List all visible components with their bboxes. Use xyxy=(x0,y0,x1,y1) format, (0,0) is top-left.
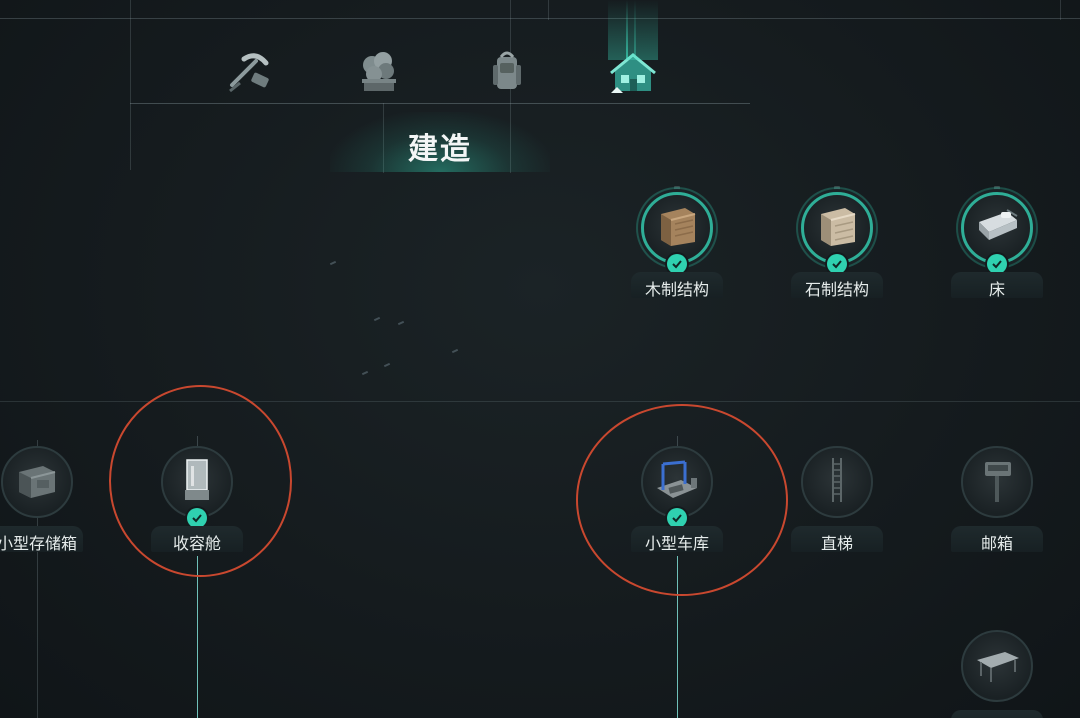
backpack-icon xyxy=(479,45,535,105)
tab-title: 建造 xyxy=(408,132,472,167)
highlight-circle xyxy=(109,385,292,577)
dust-particle xyxy=(397,320,405,326)
frame-vertical-line xyxy=(1060,0,1061,20)
unlocked-check-icon xyxy=(987,254,1007,274)
house-icon xyxy=(605,45,661,105)
category-tab-tools[interactable] xyxy=(215,40,285,110)
top-border-line xyxy=(0,18,1080,19)
node-label-plate xyxy=(951,710,1043,718)
node-label: 石制结构 xyxy=(804,280,869,299)
unlocked-check-icon xyxy=(827,254,847,274)
dust-particle xyxy=(361,370,369,376)
mailbox-icon xyxy=(971,454,1023,510)
bed-icon xyxy=(971,200,1023,256)
node-ring xyxy=(961,446,1033,518)
tech-node[interactable]: 床 xyxy=(949,186,1045,310)
dust-particle xyxy=(451,348,459,354)
tech-node[interactable] xyxy=(949,630,1045,718)
node-ring xyxy=(1,446,73,518)
node-ring xyxy=(801,446,873,518)
tech-node[interactable]: 石制结构 xyxy=(789,186,885,310)
node-label: 小型存储箱 xyxy=(0,534,77,553)
tech-tree-screen: 建造 木制结构 石制结构 床 小型存储箱 收容舱 小型车库 直梯 邮箱 xyxy=(0,0,1080,718)
pickaxe-icon xyxy=(222,45,278,105)
table-icon xyxy=(971,638,1023,694)
category-tab-gear[interactable] xyxy=(472,40,542,110)
dust-particle xyxy=(383,362,391,368)
category-tab-building[interactable] xyxy=(598,0,668,110)
node-label: 木制结构 xyxy=(644,280,709,299)
plant-icon xyxy=(350,45,406,105)
dust-particle xyxy=(373,316,381,322)
node-cap xyxy=(994,186,1000,190)
wood-crate-icon xyxy=(651,200,703,256)
node-label: 床 xyxy=(988,280,1005,299)
node-label: 直梯 xyxy=(820,534,853,553)
tech-node[interactable]: 木制结构 xyxy=(629,186,725,310)
node-cap xyxy=(674,186,680,190)
dust-particle xyxy=(329,260,337,266)
frame-vertical-line xyxy=(548,0,549,20)
tech-node[interactable]: 直梯 xyxy=(789,446,885,564)
frame-vertical-line xyxy=(130,0,131,170)
unlocked-check-icon xyxy=(667,254,687,274)
tech-node[interactable]: 小型存储箱 xyxy=(0,446,85,564)
node-ring xyxy=(961,630,1033,702)
category-tab-farming[interactable] xyxy=(343,40,413,110)
stone-crate-icon xyxy=(811,200,863,256)
ladder-icon xyxy=(811,454,863,510)
tree-connector-active xyxy=(197,556,198,718)
tech-node[interactable]: 邮箱 xyxy=(949,446,1045,564)
node-label: 邮箱 xyxy=(980,534,1013,553)
storage-box-icon xyxy=(11,454,63,510)
highlight-circle xyxy=(576,404,788,596)
node-cap xyxy=(834,186,840,190)
